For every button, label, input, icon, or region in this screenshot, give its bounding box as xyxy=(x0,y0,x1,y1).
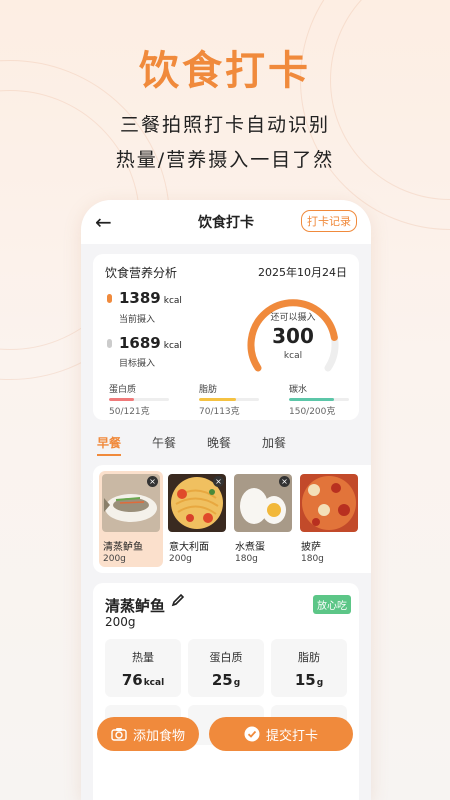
food-detail-card: 清蒸鲈鱼 200g 放心吃 热量 76kcal 蛋白质 25g 脂肪 15g xyxy=(93,583,359,800)
tab-snack[interactable]: 加餐 xyxy=(262,434,286,451)
analysis-date: 2025年10月24日 xyxy=(258,266,347,279)
remove-egg-icon[interactable]: × xyxy=(279,476,290,487)
promo-subtitle-2: 热量/营养摄入一目了然 xyxy=(115,149,335,171)
nutrient-protein: 蛋白质 50/121克 xyxy=(109,382,169,417)
tab-dinner[interactable]: 晚餐 xyxy=(207,434,231,451)
food-name: 披萨 xyxy=(301,542,321,553)
food-weight: 180g xyxy=(235,554,258,564)
food-list: × 清蒸鲈鱼 200g × 意大利面 200g × 水煮蛋 180g 披萨 18… xyxy=(93,465,371,573)
food-weight: 180g xyxy=(301,554,324,564)
detail-food-name: 清蒸鲈鱼 xyxy=(105,597,166,615)
food-item-pizza[interactable]: 披萨 180g xyxy=(297,471,361,567)
protein-progress-bar xyxy=(109,398,169,401)
food-weight: 200g xyxy=(169,554,192,564)
promo-subtitle-1: 三餐拍照打卡自动识别 xyxy=(119,114,330,136)
food-name: 清蒸鲈鱼 xyxy=(103,542,143,553)
submit-checkin-button[interactable]: 提交打卡 xyxy=(209,717,353,751)
meal-tabs: 早餐 午餐 晚餐 加餐 xyxy=(97,434,357,456)
phone-screen: ← 饮食打卡 打卡记录 饮食营养分析 2025年10月24日 1389 kcal … xyxy=(81,200,371,800)
remain-unit: kcal xyxy=(283,351,303,361)
food-name: 意大利面 xyxy=(169,542,209,553)
pizza-image xyxy=(300,474,358,532)
tab-indicator xyxy=(97,454,121,456)
add-food-button[interactable]: 添加食物 xyxy=(97,717,199,751)
add-food-label: 添加食物 xyxy=(132,728,185,744)
promo-title: 饮食打卡 xyxy=(139,48,311,94)
remain-label: 还可以摄入 xyxy=(270,313,316,323)
current-intake-value: 1389 kcal xyxy=(119,289,182,307)
current-intake-dot xyxy=(107,294,112,303)
detail-food-weight: 200g xyxy=(105,615,136,629)
nutrient-carbs: 碳水 150/200克 xyxy=(289,382,349,417)
current-intake-label: 当前摄入 xyxy=(119,315,156,325)
stat-calories: 热量 76kcal xyxy=(105,639,181,697)
check-circle-icon xyxy=(244,726,260,742)
tab-lunch[interactable]: 午餐 xyxy=(152,434,176,451)
remove-pasta-icon[interactable]: × xyxy=(213,476,224,487)
target-intake-value: 1689 kcal xyxy=(119,334,182,352)
food-weight: 200g xyxy=(103,554,126,564)
stat-protein: 蛋白质 25g xyxy=(188,639,264,697)
analysis-heading: 饮食营养分析 xyxy=(105,266,178,280)
tab-breakfast[interactable]: 早餐 xyxy=(97,434,121,451)
food-item-pasta[interactable]: × 意大利面 200g xyxy=(165,471,229,567)
carbs-progress-bar xyxy=(289,398,349,401)
stat-fat: 脂肪 15g xyxy=(271,639,347,697)
target-intake-label: 目标摄入 xyxy=(119,359,156,369)
edit-pencil-icon[interactable] xyxy=(171,593,185,611)
fat-progress-bar xyxy=(199,398,259,401)
food-name: 水煮蛋 xyxy=(235,542,265,553)
safe-to-eat-badge: 放心吃 xyxy=(313,595,351,614)
nutrition-analysis-card: 饮食营养分析 2025年10月24日 1389 kcal 当前摄入 1689 kca… xyxy=(93,254,359,420)
submit-checkin-label: 提交打卡 xyxy=(265,728,318,744)
checkin-record-button[interactable]: 打卡记录 xyxy=(301,210,357,232)
remove-sea-bass-icon[interactable]: × xyxy=(147,476,158,487)
nav-bar: ← 饮食打卡 打卡记录 xyxy=(81,200,371,244)
target-intake-dot xyxy=(107,339,112,348)
food-item-sea-bass[interactable]: × 清蒸鲈鱼 200g xyxy=(99,471,163,567)
remain-value: 300 xyxy=(272,324,314,348)
camera-icon xyxy=(111,728,127,741)
food-item-boiled-egg[interactable]: × 水煮蛋 180g xyxy=(231,471,295,567)
nutrient-fat: 脂肪 70/113克 xyxy=(199,382,259,417)
